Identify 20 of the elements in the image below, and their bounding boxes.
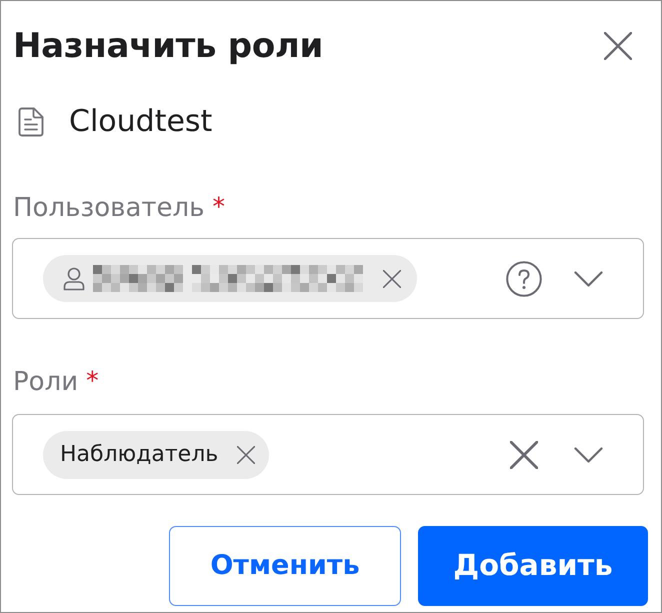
roles-select-field[interactable]: Наблюдатель bbox=[12, 414, 644, 495]
person-icon bbox=[63, 266, 85, 290]
resource-name: Cloudtest bbox=[69, 104, 212, 140]
chevron-down-icon[interactable] bbox=[574, 270, 603, 286]
field-label: Пользователь bbox=[13, 192, 204, 224]
remove-icon[interactable] bbox=[383, 270, 401, 288]
cancel-button[interactable]: Отменить bbox=[169, 526, 401, 606]
clear-icon[interactable] bbox=[510, 440, 538, 468]
required-mark: * bbox=[86, 366, 99, 396]
help-icon[interactable] bbox=[506, 260, 542, 296]
document-icon bbox=[18, 107, 44, 137]
user-select-field[interactable] bbox=[12, 238, 644, 319]
role-chip-label: Наблюдатель bbox=[60, 440, 218, 468]
required-mark: * bbox=[212, 192, 225, 222]
dialog-title: Назначить роли bbox=[13, 25, 324, 68]
remove-icon[interactable] bbox=[237, 446, 256, 464]
close-icon[interactable] bbox=[604, 32, 632, 60]
add-button[interactable]: Добавить bbox=[418, 526, 648, 606]
chevron-down-icon[interactable] bbox=[574, 446, 603, 462]
field-label: Роли bbox=[13, 366, 78, 398]
